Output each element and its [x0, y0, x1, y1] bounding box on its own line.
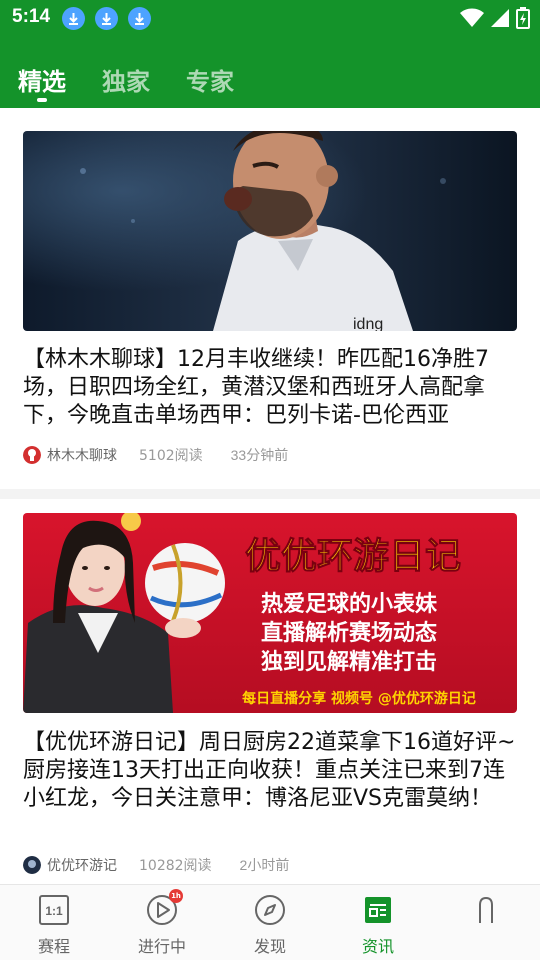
nav-label: 发现 — [253, 937, 286, 956]
svg-text:idng: idng — [353, 316, 383, 331]
bottom-navigation: 1:1 赛程 1h 进行中 发现 资讯 — [0, 884, 540, 960]
download-notification-icon — [128, 7, 151, 30]
system-icons — [460, 6, 530, 30]
nav-live[interactable]: 1h 进行中 — [122, 889, 202, 957]
nav-discover[interactable]: 发现 — [230, 893, 310, 957]
nav-label: 赛程 — [37, 937, 70, 956]
download-notification-icon — [62, 7, 85, 30]
live-badge: 1h — [169, 889, 183, 903]
card-divider — [0, 489, 540, 499]
news-title[interactable]: 【林木木聊球】12月丰收继续！昨匹配16净胜7场，日职四场全红，黄潜汉堡和西班牙… — [23, 346, 517, 430]
nav-profile[interactable] — [446, 893, 526, 933]
news-meta: 林木木聊球 5102阅读 33分钟前 — [23, 445, 288, 465]
download-notification-icon — [95, 7, 118, 30]
compass-icon — [253, 893, 287, 927]
nav-label: 资讯 — [361, 937, 394, 956]
tab-experts[interactable]: 专家 — [186, 62, 234, 97]
schedule-icon: 1:1 — [37, 893, 71, 927]
news-card[interactable]: 优优环游日记 热爱足球的小表妹 直播解析赛场动态 独到见解精准打击 每日直播分享… — [0, 499, 540, 884]
battery-icon — [516, 7, 530, 29]
tab-featured[interactable]: 精选 — [18, 62, 66, 97]
status-time: 5:14 — [12, 6, 51, 27]
banner-line: 独到见解精准打击 — [261, 649, 437, 675]
nav-news[interactable]: 资讯 — [338, 893, 418, 957]
profile-icon — [469, 893, 503, 927]
signal-icon — [491, 9, 509, 27]
banner-footer: 每日直播分享 视频号 @优优环游日记 — [242, 690, 476, 707]
news-icon — [361, 893, 395, 927]
news-meta: 优优环游记 10282阅读 2小时前 — [23, 855, 289, 875]
wifi-icon — [460, 8, 484, 27]
post-time: 2小时前 — [239, 857, 290, 873]
news-card[interactable]: idng 【林木木聊球】12月丰收继续！昨匹配16净胜7场，日职四场全红，黄潜汉… — [0, 108, 540, 488]
read-count: 10282阅读 — [139, 858, 212, 874]
status-bar: 5:14 — [0, 0, 540, 36]
tab-exclusive[interactable]: 独家 — [102, 62, 150, 97]
author-avatar — [23, 856, 41, 874]
top-tabs: 精选 独家 专家 — [0, 58, 540, 102]
author-avatar — [23, 446, 41, 464]
author-name[interactable]: 林木木聊球 — [47, 445, 117, 465]
news-image: idng — [23, 131, 517, 331]
banner-line: 直播解析赛场动态 — [261, 620, 437, 646]
post-time: 33分钟前 — [230, 447, 289, 463]
app-header: 5:14 精选 独家 专家 — [0, 0, 540, 108]
banner-line: 热爱足球的小表妹 — [261, 591, 438, 617]
nav-label: 进行中 — [137, 937, 186, 956]
nav-schedule[interactable]: 1:1 赛程 — [14, 893, 94, 957]
svg-text:1:1: 1:1 — [45, 904, 63, 918]
active-tab-indicator — [37, 98, 47, 102]
play-icon: 1h — [145, 889, 183, 927]
banner-heading: 优优环游日记 — [245, 536, 461, 577]
author-name[interactable]: 优优环游记 — [47, 855, 117, 875]
read-count: 5102阅读 — [139, 448, 203, 464]
news-title[interactable]: 【优优环游日记】周日厨房22道菜拿下16道好评~厨房接连13天打出正向收获！重点… — [23, 729, 517, 813]
news-banner-image: 优优环游日记 热爱足球的小表妹 直播解析赛场动态 独到见解精准打击 每日直播分享… — [23, 513, 517, 713]
